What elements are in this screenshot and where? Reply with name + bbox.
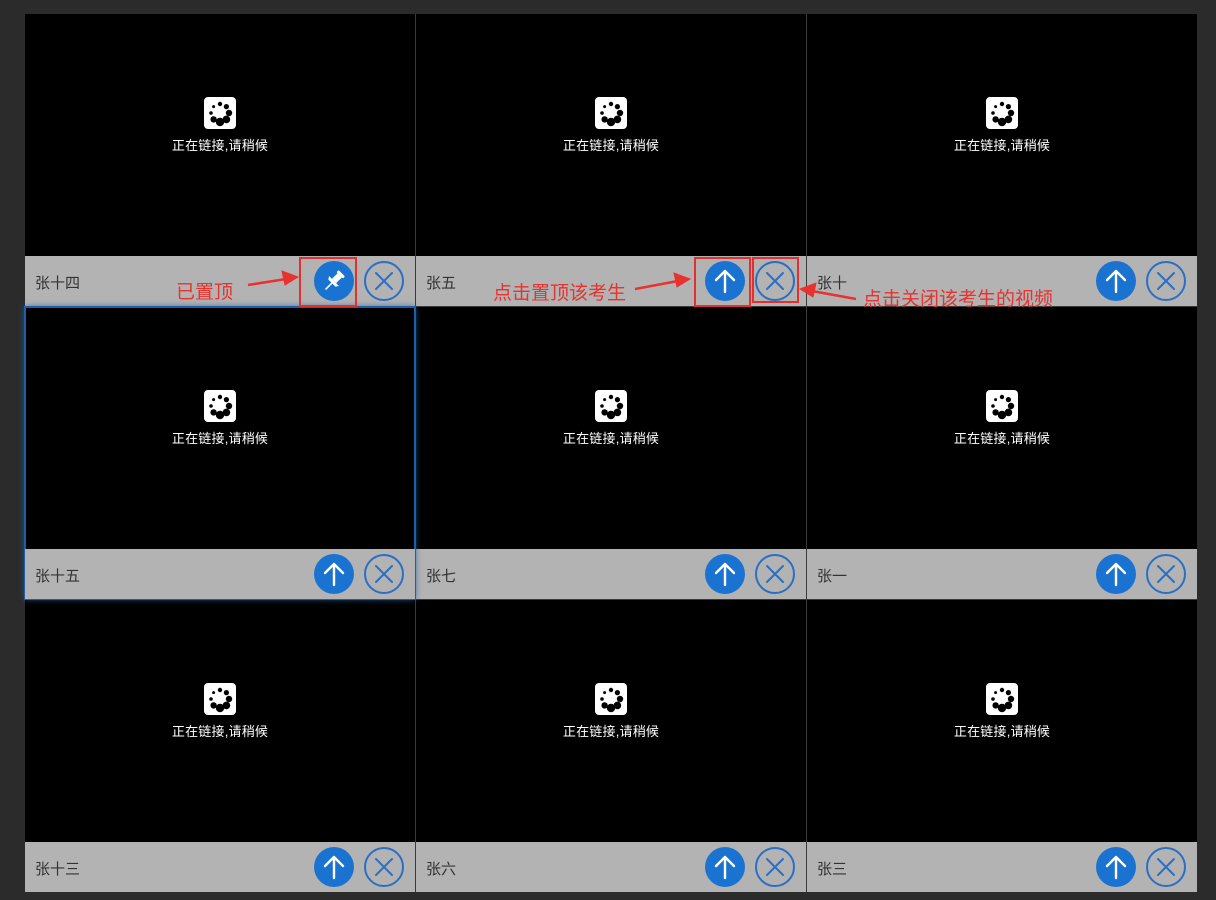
video-tile[interactable]: 正在链接,请稍候 张三 xyxy=(807,600,1197,892)
annotation-pin-hint: 点击置顶该考生 xyxy=(493,283,627,304)
video-tile[interactable]: 正在链接,请稍候 张七 xyxy=(416,307,806,599)
loading-status-text: 正在链接,请稍候 xyxy=(562,137,660,153)
loading-status-text: 正在链接,请稍候 xyxy=(562,723,660,739)
loading-spinner-icon xyxy=(986,96,1018,129)
video-tile[interactable]: 正在链接,请稍候 张六 xyxy=(416,600,806,892)
video-area: 正在链接,请稍候 xyxy=(25,307,415,549)
video-tile[interactable]: 正在链接,请稍候 张十三 xyxy=(25,600,415,892)
student-name: 张七 xyxy=(426,568,457,585)
student-name: 张十 xyxy=(817,275,848,292)
student-name: 张五 xyxy=(426,275,457,292)
loading-status-text: 正在链接,请稍候 xyxy=(171,723,269,739)
tile-control-bar: 张七 xyxy=(416,549,806,599)
video-area: 正在链接,请稍候 xyxy=(25,600,415,842)
close-video-button[interactable] xyxy=(1146,847,1186,887)
loading-spinner-icon xyxy=(986,389,1018,422)
close-video-button[interactable] xyxy=(755,554,795,594)
pinned-button[interactable] xyxy=(314,261,354,301)
video-area: 正在链接,请稍候 xyxy=(807,14,1197,256)
loading-spinner-icon xyxy=(595,389,627,422)
tile-control-bar: 张六 xyxy=(416,842,806,892)
loading-status-text: 正在链接,请稍候 xyxy=(562,430,660,446)
loading-status-text: 正在链接,请稍候 xyxy=(171,137,269,153)
pin-to-top-button[interactable] xyxy=(314,847,354,887)
pin-to-top-button[interactable] xyxy=(1096,554,1136,594)
video-area: 正在链接,请稍候 xyxy=(416,14,806,256)
close-video-button[interactable] xyxy=(755,261,795,301)
pin-to-top-button[interactable] xyxy=(705,554,745,594)
tile-control-bar: 张一 xyxy=(807,549,1197,599)
tile-control-bar: 张十五 xyxy=(25,549,415,599)
video-area: 正在链接,请稍候 xyxy=(416,307,806,549)
close-video-button[interactable] xyxy=(364,847,404,887)
loading-status-text: 正在链接,请稍候 xyxy=(953,430,1051,446)
close-video-button[interactable] xyxy=(364,261,404,301)
loading-status-text: 正在链接,请稍候 xyxy=(953,137,1051,153)
pin-to-top-button[interactable] xyxy=(705,847,745,887)
loading-spinner-icon xyxy=(204,682,236,715)
annotation-close-hint: 点击关闭该考生的视频 xyxy=(863,289,1054,310)
close-video-button[interactable] xyxy=(364,554,404,594)
pin-to-top-button[interactable] xyxy=(705,261,745,301)
video-area: 正在链接,请稍候 xyxy=(416,600,806,842)
close-video-button[interactable] xyxy=(1146,261,1186,301)
pin-to-top-button[interactable] xyxy=(314,554,354,594)
loading-spinner-icon xyxy=(204,96,236,129)
tile-control-bar: 张十三 xyxy=(25,842,415,892)
loading-spinner-icon xyxy=(595,96,627,129)
video-grid: 正在链接,请稍候 张十四 正在链接,请稍候 张五 正在链接,请稍候 张十 正在链… xyxy=(24,14,1197,892)
loading-spinner-icon xyxy=(986,682,1018,715)
video-tile[interactable]: 正在链接,请稍候 张十四 xyxy=(25,14,415,306)
annotation-pinned: 已置顶 xyxy=(176,282,234,303)
video-area: 正在链接,请稍候 xyxy=(807,600,1197,842)
student-name: 张六 xyxy=(426,861,457,878)
pin-to-top-button[interactable] xyxy=(1096,261,1136,301)
close-video-button[interactable] xyxy=(1146,554,1186,594)
student-name: 张十三 xyxy=(35,861,81,878)
video-tile[interactable]: 正在链接,请稍候 张十 xyxy=(807,14,1197,306)
loading-status-text: 正在链接,请稍候 xyxy=(953,723,1051,739)
student-name: 张十五 xyxy=(35,568,81,585)
video-tile[interactable]: 正在链接,请稍候 张十五 xyxy=(24,306,416,600)
close-video-button[interactable] xyxy=(755,847,795,887)
loading-spinner-icon xyxy=(595,682,627,715)
video-area: 正在链接,请稍候 xyxy=(25,14,415,256)
pin-to-top-button[interactable] xyxy=(1096,847,1136,887)
video-area: 正在链接,请稍候 xyxy=(807,307,1197,549)
loading-spinner-icon xyxy=(204,389,236,422)
student-name: 张一 xyxy=(817,568,848,585)
video-tile[interactable]: 正在链接,请稍候 张五 xyxy=(416,14,806,306)
loading-status-text: 正在链接,请稍候 xyxy=(171,430,269,446)
student-name: 张三 xyxy=(817,861,848,878)
student-name: 张十四 xyxy=(35,275,81,292)
tile-control-bar: 张三 xyxy=(807,842,1197,892)
video-tile[interactable]: 正在链接,请稍候 张一 xyxy=(807,307,1197,599)
